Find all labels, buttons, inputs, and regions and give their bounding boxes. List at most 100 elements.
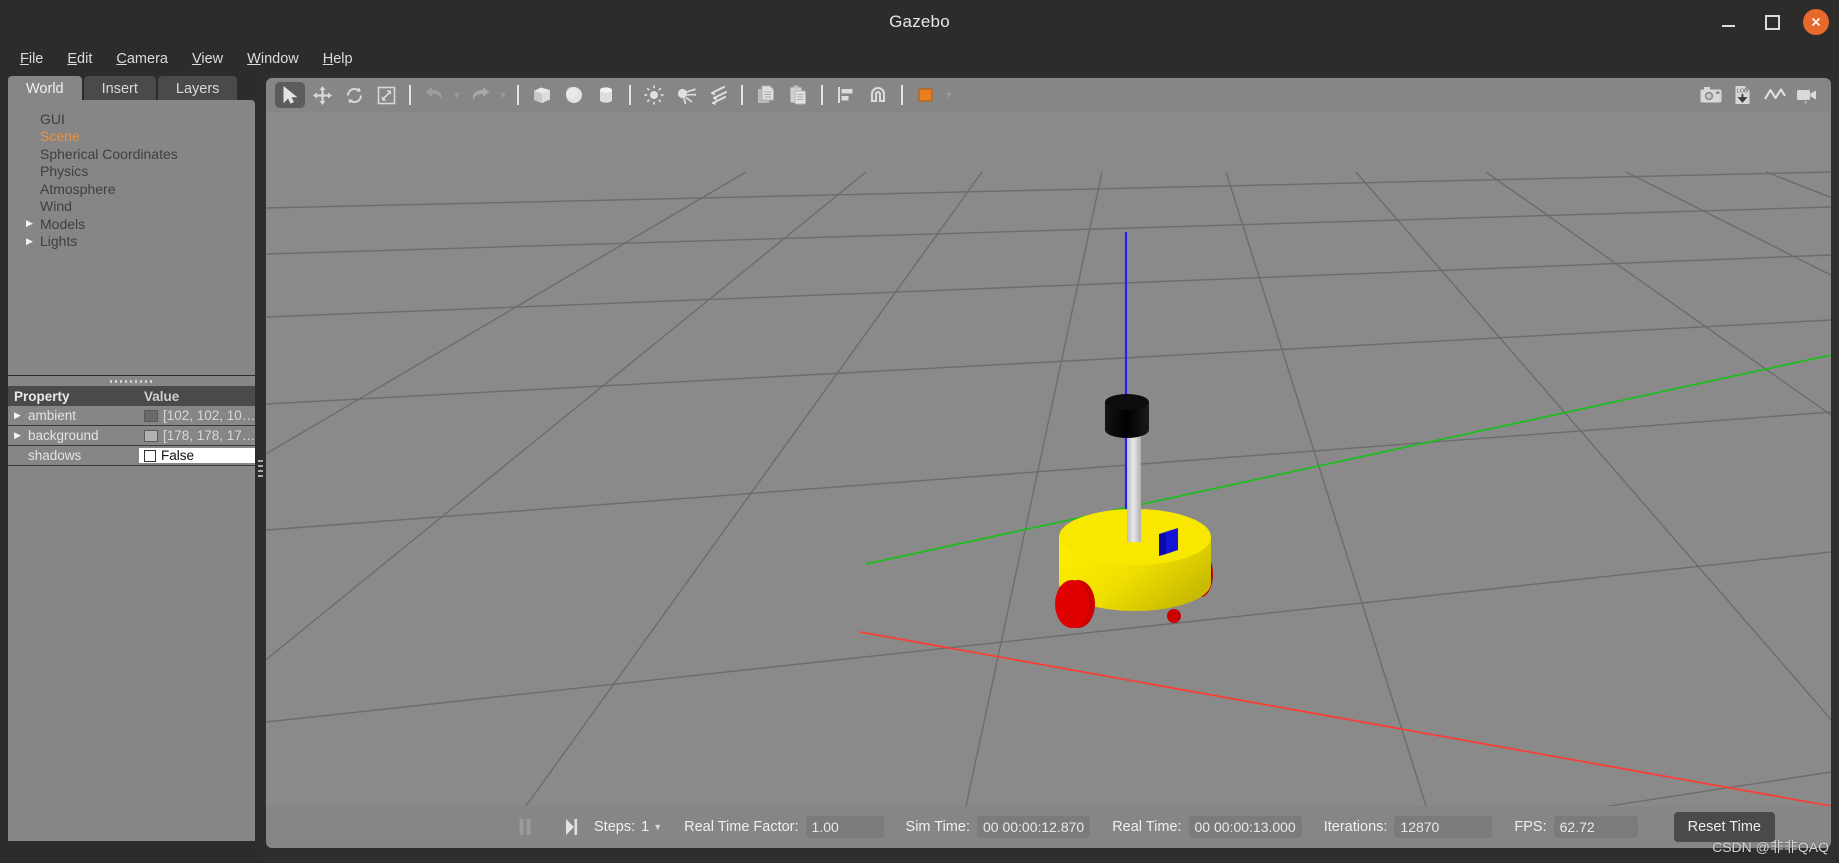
scale-mode-button[interactable] [371,82,401,108]
world-tree: GUI Scene Spherical Coordinates Physics … [8,100,255,375]
table-row[interactable]: ▶ ambient [102, 102, 10… [8,406,255,426]
tab-layers-label: Layers [175,81,220,97]
copy-button[interactable] [751,82,781,108]
panel-resize-handle[interactable] [258,460,263,478]
paste-clipboard-icon [790,85,806,105]
minimize-button[interactable] [1715,9,1741,35]
tree-item-wind[interactable]: Wind [26,198,255,216]
cylinder-icon [600,87,612,103]
steps-value[interactable]: 1 [641,819,649,835]
close-icon [1811,17,1821,27]
tab-layers[interactable]: Layers [157,76,238,102]
chevron-right-icon[interactable]: ▶ [26,236,40,246]
tree-item-spherical-label: Spherical Coordinates [40,145,178,162]
fps-label: FPS: [1514,819,1547,835]
insert-point-light-button[interactable] [639,82,669,108]
gazebo-3d-viewport[interactable] [266,112,1831,806]
chevron-down-icon[interactable]: ▼ [653,822,662,832]
property-table-header: Property Value [8,386,255,406]
snap-button[interactable] [863,82,893,108]
pause-button[interactable] [512,814,538,840]
redo-history-dropdown[interactable]: ▼ [496,90,510,100]
shadows-checkbox[interactable] [144,449,156,462]
step-forward-button[interactable] [558,814,584,840]
tree-item-atmosphere[interactable]: Atmosphere [26,180,255,198]
insert-box-button[interactable] [527,82,557,108]
insert-cylinder-button[interactable] [591,82,621,108]
align-bars-icon [838,87,853,103]
sensor-pole [1127,432,1141,542]
tree-item-spherical-coordinates[interactable]: Spherical Coordinates [26,145,255,163]
gazebo-window: Gazebo File Edit Camera View Window Help… [0,0,1839,863]
scale-diagonal-icon [377,86,395,104]
align-button[interactable] [831,82,861,108]
orange-cube-icon [918,88,933,102]
menu-edit-rest: dit [77,51,93,67]
property-value-shadows-cell[interactable]: False [139,448,255,463]
watermark: CSDN @非非QAQ [1712,839,1829,855]
translate-mode-button[interactable] [307,82,337,108]
window-controls [1715,0,1829,44]
value-column-header: Value [144,388,180,404]
paste-button[interactable] [783,82,813,108]
selection-mode-button[interactable] [275,82,305,108]
view-angle-dropdown[interactable]: ▼ [942,90,956,100]
render-toolbar-right-group: LOG [1695,82,1823,108]
undo-history-dropdown[interactable]: ▼ [450,90,464,100]
menu-view[interactable]: View [180,48,235,70]
zigzag-plot-icon [1764,88,1786,100]
menu-file[interactable]: File [8,48,55,70]
plot-window-button[interactable] [1760,82,1790,108]
real-time-factor-label: Real Time Factor: [684,819,799,835]
tree-item-physics[interactable]: Physics [26,163,255,181]
property-label-shadows: shadows [28,448,82,463]
redo-button[interactable] [465,82,495,108]
tab-world[interactable]: World [8,76,82,102]
status-bar-inner: Steps: 1 ▼ Real Time Factor: 1.00 Sim Ti… [322,812,1775,842]
toolbar-separator [409,85,411,105]
tree-item-lights[interactable]: ▶ Lights [26,233,255,251]
scene-render [266,112,1831,806]
property-value-ambient-cell[interactable]: [102, 102, 10… [139,408,255,423]
tree-item-scene-label: Scene [40,128,80,145]
toolbar-separator [629,85,631,105]
maximize-button[interactable] [1759,9,1785,35]
menu-window[interactable]: Window [235,48,311,70]
table-row[interactable]: shadows False [8,446,255,466]
close-button[interactable] [1803,9,1829,35]
record-video-button[interactable] [1792,82,1822,108]
tree-item-models-label: Models [40,215,86,232]
property-value-background-cell[interactable]: [178, 178, 17… [139,428,255,443]
property-name-ambient: ▶ ambient [8,408,139,423]
table-row[interactable]: ▶ background [178, 178, 17… [8,426,255,446]
steps-label: Steps: [594,819,636,835]
view-angle-button[interactable] [911,82,941,108]
toolbar-separator [517,85,519,105]
insert-spot-light-button[interactable] [671,82,701,108]
menu-file-rest: ile [28,51,44,67]
tree-item-lights-label: Lights [40,233,78,250]
wheel-left [1055,580,1089,628]
tree-item-models[interactable]: ▶ Models [26,215,255,233]
real-time-factor-value: 1.00 [805,816,884,838]
iterations-label: Iterations: [1323,819,1388,835]
menu-camera[interactable]: Camera [104,48,180,70]
toolbar-separator [821,85,823,105]
insert-directional-light-button[interactable] [703,82,733,108]
tree-item-scene[interactable]: Scene [26,128,255,146]
menu-edit[interactable]: Edit [55,48,104,70]
chevron-right-icon[interactable]: ▶ [14,410,28,421]
menu-help[interactable]: Help [311,48,365,70]
rotate-mode-button[interactable] [339,82,369,108]
chevron-right-icon[interactable]: ▶ [14,430,28,441]
tab-insert[interactable]: Insert [83,76,156,102]
undo-button[interactable] [419,82,449,108]
tree-item-gui[interactable]: GUI [26,110,255,128]
chevron-right-icon[interactable]: ▶ [26,219,40,228]
status-bar: Steps: 1 ▼ Real Time Factor: 1.00 Sim Ti… [266,806,1831,848]
splitter-grip-dots [109,379,154,383]
log-data-button[interactable]: LOG [1728,82,1758,108]
insert-sphere-button[interactable] [559,82,589,108]
panel-splitter[interactable] [8,376,255,386]
screenshot-button[interactable] [1696,82,1726,108]
